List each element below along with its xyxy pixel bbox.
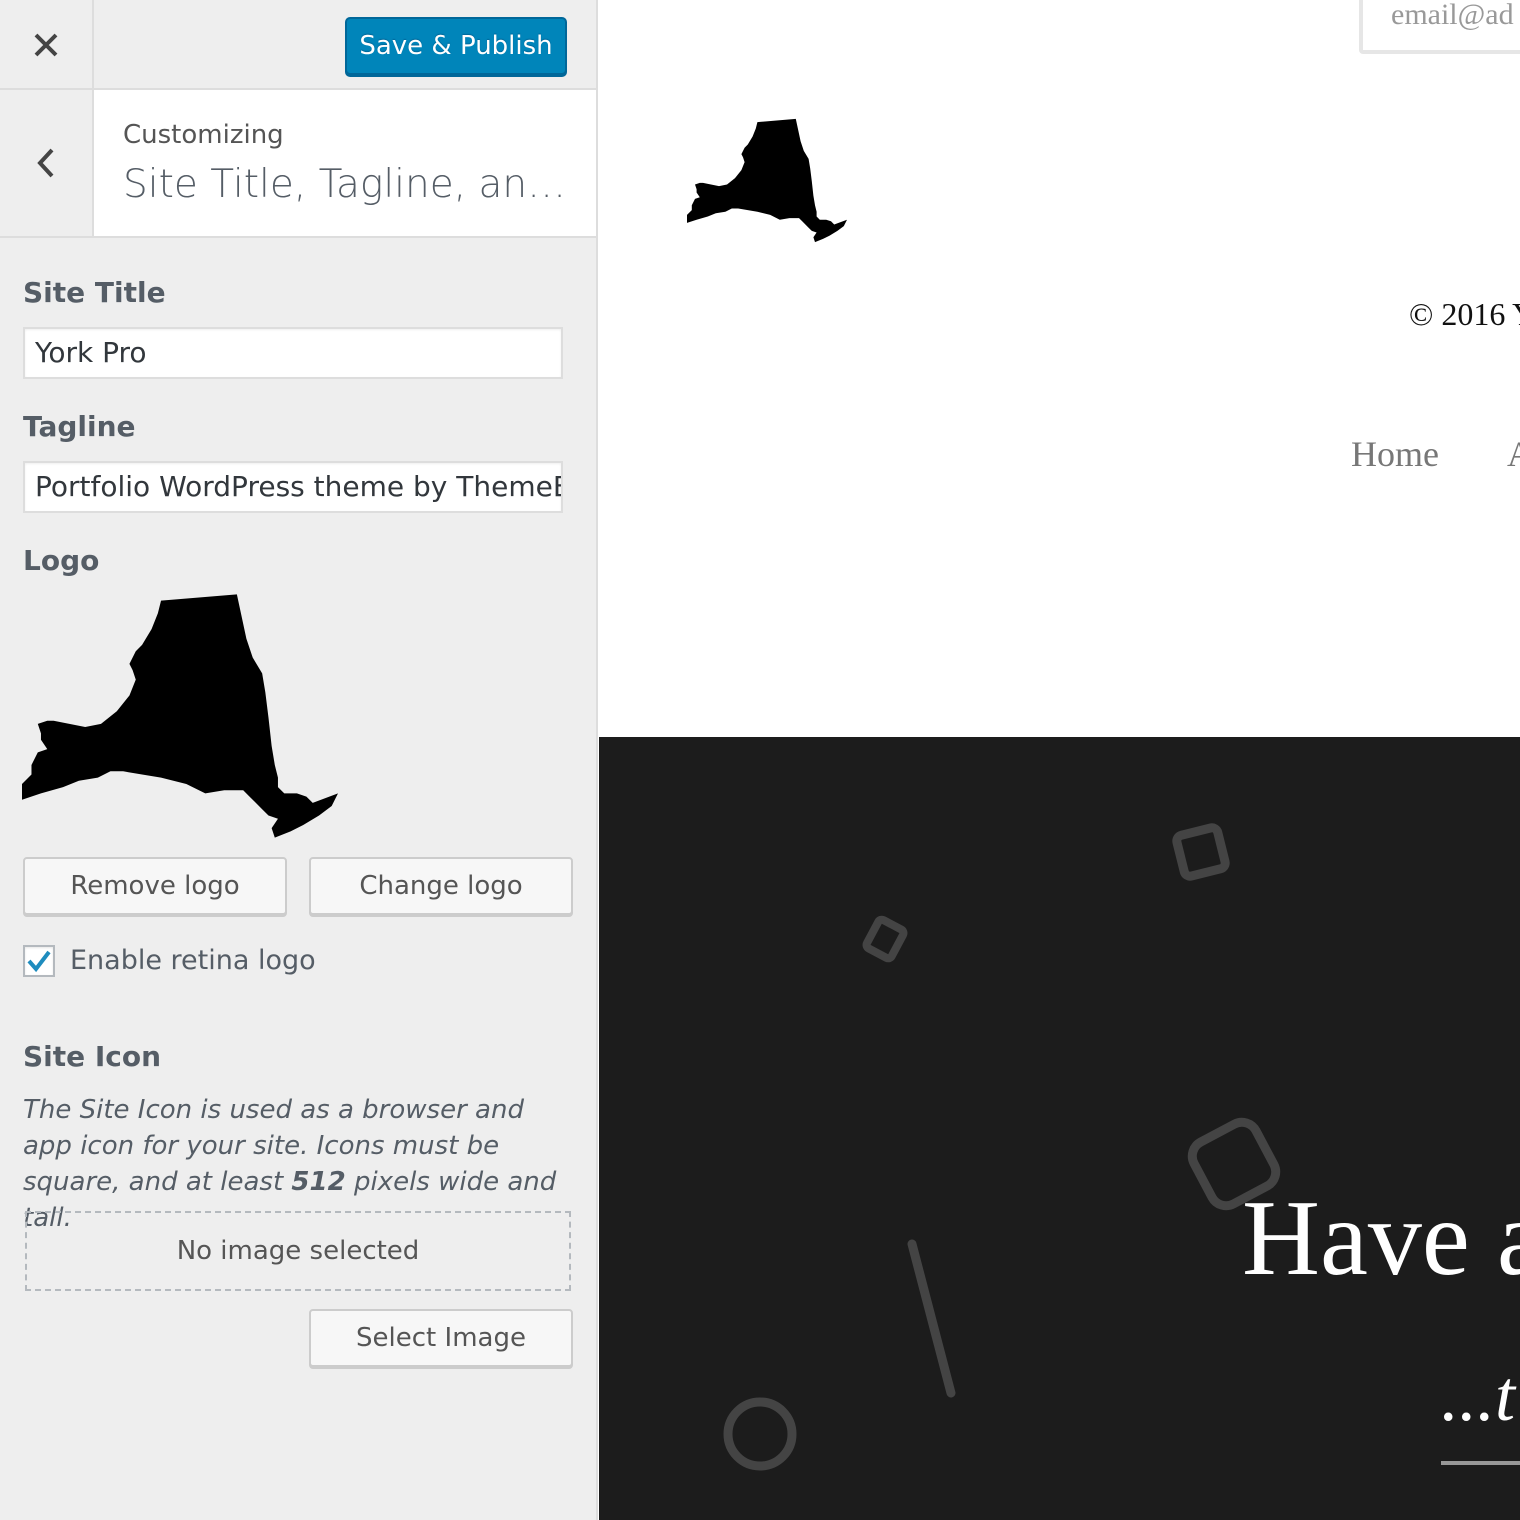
hero-heading: Have a [1242, 1179, 1520, 1298]
tagline-input[interactable]: Portfolio WordPress theme by ThemeBeans [23, 461, 563, 513]
site-icon-label: Site Icon [23, 1040, 162, 1073]
logo-label: Logo [23, 544, 100, 577]
retina-logo-label[interactable]: Enable retina logo [70, 945, 316, 976]
copyright-text: © 2016 Y [1409, 296, 1520, 332]
back-button[interactable] [0, 90, 94, 236]
save-publish-button[interactable]: Save & Publish [345, 17, 567, 75]
checkmark-icon [27, 950, 51, 973]
select-image-button[interactable]: Select Image [309, 1309, 573, 1367]
section-header: Customizing Site Title, Tagline, and Log… [0, 90, 596, 238]
close-icon [34, 33, 58, 56]
decorative-square-2 [862, 915, 908, 963]
section-title: Site Title, Tagline, and Logo [123, 162, 573, 207]
site-preview: email@ad © 2016 Y Home A Have a ...t [599, 0, 1520, 1520]
hero-subheading-underline [1441, 1461, 1520, 1465]
site-icon-placeholder[interactable]: No image selected [25, 1211, 571, 1291]
close-customizer-button[interactable] [0, 0, 94, 89]
email-input[interactable]: email@ad [1359, 0, 1520, 54]
site-icon-size-value: 512 [291, 1167, 346, 1197]
decorative-square-1 [1172, 823, 1230, 881]
customizer-header-bar: Save & Publish [0, 0, 596, 90]
site-title-input[interactable]: York Pro [23, 327, 563, 379]
site-logo[interactable] [687, 118, 847, 243]
nav-link-next[interactable]: A [1507, 433, 1520, 475]
chevron-left-icon [37, 148, 54, 178]
remove-logo-button[interactable]: Remove logo [23, 857, 287, 915]
site-title-label: Site Title [23, 276, 166, 309]
logo-preview-image [22, 594, 338, 838]
nav-link-home[interactable]: Home [1351, 433, 1439, 475]
hero-decorative-shapes [723, 823, 1281, 1471]
hero-subheading: ...t [1441, 1356, 1516, 1436]
retina-logo-checkbox[interactable] [23, 945, 55, 977]
tagline-label: Tagline [23, 410, 136, 443]
decorative-line [907, 1239, 956, 1398]
hero-section: Have a ...t [599, 737, 1520, 1520]
customizer-sidebar: Save & Publish Customizing Site Title, T… [0, 0, 598, 1520]
customizing-label: Customizing [123, 120, 284, 150]
decorative-circle [723, 1397, 797, 1471]
change-logo-button[interactable]: Change logo [309, 857, 573, 915]
